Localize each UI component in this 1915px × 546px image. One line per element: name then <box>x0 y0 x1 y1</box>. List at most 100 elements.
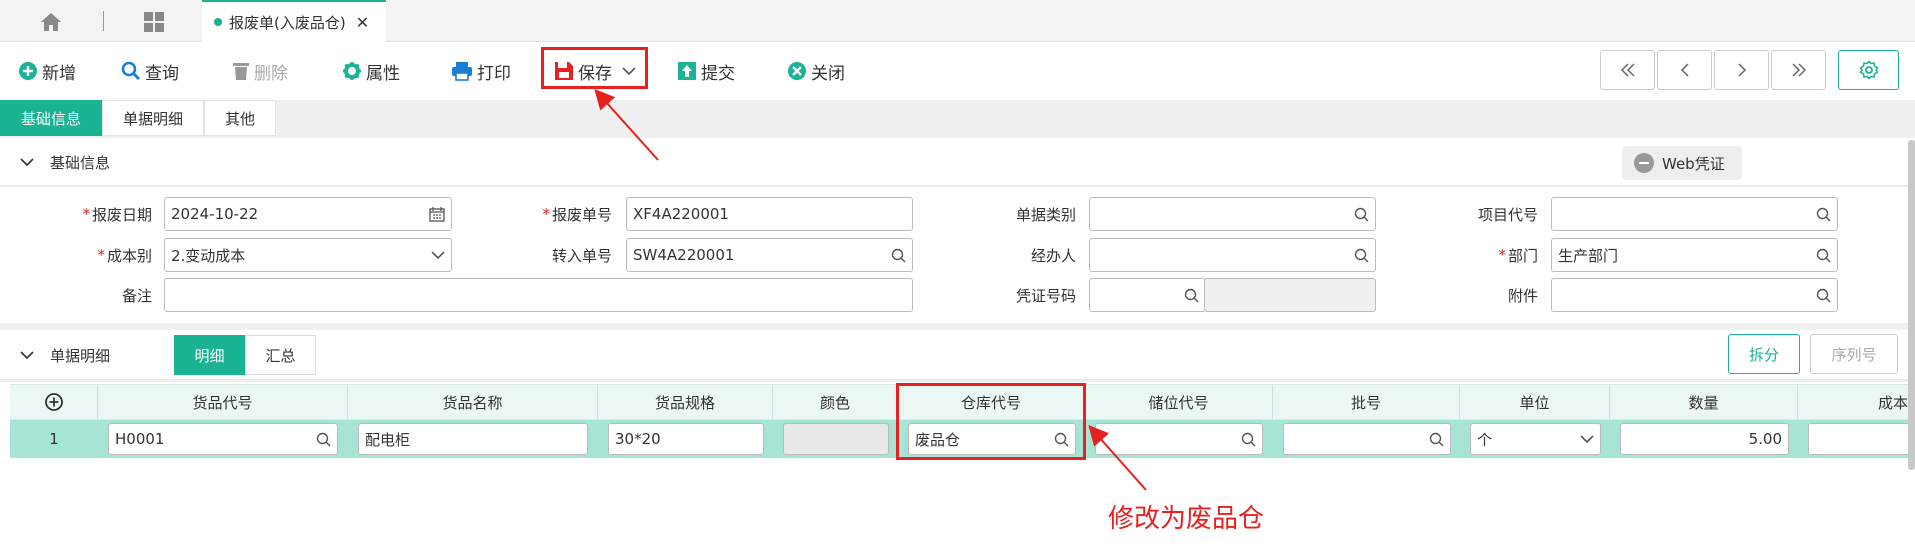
project-code-field[interactable] <box>1551 197 1838 231</box>
trash-icon <box>233 63 249 80</box>
submit-button[interactable]: 提交 <box>677 53 735 89</box>
search-icon[interactable] <box>316 432 331 447</box>
scrap-no-field[interactable]: XF4A220001 <box>626 197 913 231</box>
col-qty[interactable]: 数量 <box>1610 385 1798 419</box>
serial-number-button[interactable]: 序列号 <box>1810 334 1898 374</box>
search-icon[interactable] <box>1354 248 1369 263</box>
remark-label: 备注 <box>121 286 152 305</box>
location-input[interactable] <box>1095 423 1263 455</box>
qty-input[interactable]: 5.00 <box>1620 423 1789 455</box>
scrap-no-label: * 报废单号 <box>542 205 612 224</box>
col-item-name[interactable]: 货品名称 <box>348 385 598 419</box>
grid-header: 货品代号 货品名称 货品规格 颜色 仓库代号 储位代号 批号 单位 数量 成本 <box>10 384 1910 420</box>
item-name-input[interactable]: 配电柜 <box>358 423 588 455</box>
search-icon[interactable] <box>1054 432 1069 447</box>
search-icon[interactable] <box>1184 288 1199 303</box>
search-icon[interactable] <box>1241 432 1256 447</box>
section-tabs: 基础信息 单据明细 其他 <box>0 100 277 136</box>
add-button[interactable]: 新增 <box>18 53 76 89</box>
spec-value: 30*20 <box>615 430 661 448</box>
search-icon[interactable] <box>1816 248 1831 263</box>
transfer-no-field[interactable]: SW4A220001 <box>626 238 913 272</box>
voucher-no-field[interactable] <box>1089 278 1206 312</box>
scrap-date-field[interactable]: 2024-10-22 <box>164 197 452 231</box>
save-button[interactable]: 保存 <box>554 53 636 89</box>
basic-info-toggle[interactable]: 基础信息 <box>20 138 110 186</box>
search-icon[interactable] <box>1816 207 1831 222</box>
doc-type-field[interactable] <box>1089 197 1376 231</box>
tab-basic-info[interactable]: 基础信息 <box>0 100 103 136</box>
tab-scrap-document[interactable]: 报废单(入废品仓) ✕ <box>202 0 386 42</box>
upload-icon <box>678 62 696 80</box>
handler-field[interactable] <box>1089 238 1376 272</box>
search-icon[interactable] <box>1816 288 1831 303</box>
summary-view-button[interactable]: 汇总 <box>245 335 316 375</box>
gear-icon <box>343 62 361 80</box>
detail-grid: 货品代号 货品名称 货品规格 颜色 仓库代号 储位代号 批号 单位 数量 成本 … <box>0 382 1915 546</box>
properties-button[interactable]: 属性 <box>342 53 400 89</box>
query-button[interactable]: 查询 <box>121 53 179 89</box>
item-name-value: 配电柜 <box>365 430 411 449</box>
warehouse-value: 废品仓 <box>915 430 961 449</box>
home-icon[interactable] <box>38 9 64 35</box>
batch-input[interactable] <box>1283 423 1451 455</box>
col-warehouse[interactable]: 仓库代号 <box>898 385 1085 419</box>
col-spec[interactable]: 货品规格 <box>598 385 773 419</box>
search-icon[interactable] <box>1354 207 1369 222</box>
table-row[interactable]: 1 H0001 配电柜 30*20 废品仓 个 5.00 <box>10 420 1910 458</box>
cost-input[interactable] <box>1808 423 1910 455</box>
detail-toggle[interactable]: 单据明细 <box>20 330 110 380</box>
chevron-left-icon <box>1680 63 1689 77</box>
scrap-date-label: * 报废日期 <box>82 205 152 224</box>
toolbar: 新增 查询 删除 属性 打印 保存 提交 关闭 <box>0 42 1915 100</box>
search-icon[interactable] <box>891 248 906 263</box>
chevron-down-icon[interactable] <box>622 66 636 76</box>
calendar-icon[interactable] <box>429 206 445 222</box>
col-item-code[interactable]: 货品代号 <box>98 385 348 419</box>
double-chevron-right-icon <box>1791 63 1806 77</box>
last-record-button[interactable] <box>1771 50 1826 90</box>
prev-record-button[interactable] <box>1657 50 1712 90</box>
chevron-down-icon <box>20 158 34 167</box>
col-cost[interactable]: 成本 <box>1798 385 1910 419</box>
vertical-scrollbar[interactable] <box>1908 140 1915 470</box>
apps-grid-icon[interactable] <box>141 9 167 35</box>
dept-value: 生产部门 <box>1558 246 1619 265</box>
unit-select[interactable]: 个 <box>1470 423 1601 455</box>
detail-view-button[interactable]: 明细 <box>174 335 245 375</box>
close-tab-icon[interactable]: ✕ <box>356 13 369 32</box>
tab-doc-details[interactable]: 单据明细 <box>102 100 205 136</box>
add-row-button[interactable] <box>10 385 98 419</box>
tab-separator <box>103 11 104 31</box>
detail-title: 单据明细 <box>50 346 111 365</box>
first-record-button[interactable] <box>1600 50 1655 90</box>
active-dot-icon <box>214 18 222 26</box>
warehouse-input[interactable]: 废品仓 <box>908 423 1076 455</box>
chevron-right-icon <box>1737 63 1746 77</box>
settings-gear-icon <box>1858 60 1879 80</box>
split-button[interactable]: 拆分 <box>1728 334 1800 374</box>
attachment-field[interactable] <box>1551 278 1838 312</box>
search-icon[interactable] <box>1429 432 1444 447</box>
col-location[interactable]: 储位代号 <box>1085 385 1273 419</box>
next-record-button[interactable] <box>1714 50 1769 90</box>
qty-value: 5.00 <box>1748 430 1782 448</box>
cost-type-select[interactable]: 2.变动成本 <box>164 238 452 272</box>
print-label: 打印 <box>477 63 511 84</box>
cost-type-value: 2.变动成本 <box>171 246 246 265</box>
dept-field[interactable]: 生产部门 <box>1551 238 1838 272</box>
row-index: 1 <box>49 430 59 448</box>
close-button[interactable]: 关闭 <box>787 53 845 89</box>
print-button[interactable]: 打印 <box>451 53 511 89</box>
chevron-down-icon <box>1580 435 1594 444</box>
spec-input[interactable]: 30*20 <box>608 423 764 455</box>
col-unit[interactable]: 单位 <box>1460 385 1610 419</box>
settings-button[interactable] <box>1838 50 1899 90</box>
delete-button[interactable]: 删除 <box>232 53 288 89</box>
col-color[interactable]: 颜色 <box>773 385 898 419</box>
col-batch[interactable]: 批号 <box>1273 385 1460 419</box>
tab-other[interactable]: 其他 <box>204 100 277 136</box>
item-code-input[interactable]: H0001 <box>108 423 338 455</box>
web-voucher-button[interactable]: Web凭证 <box>1622 146 1742 180</box>
remark-field[interactable] <box>164 278 913 312</box>
